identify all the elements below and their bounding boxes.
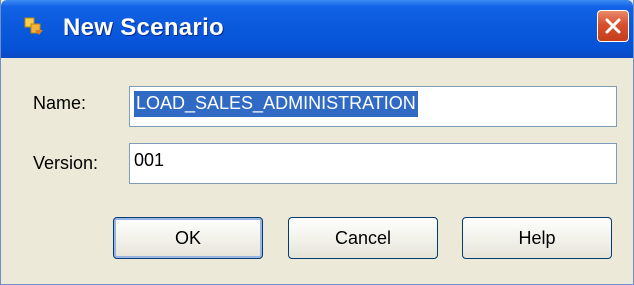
close-icon	[605, 18, 621, 34]
name-label: Name:	[33, 93, 87, 113]
dialog-title: New Scenario	[63, 14, 224, 41]
version-label: Version:	[33, 153, 99, 173]
title-bar[interactable]: New Scenario	[1, 0, 633, 58]
version-field[interactable]: 001	[129, 143, 617, 184]
scenario-icon	[23, 16, 45, 38]
cancel-button[interactable]: Cancel	[288, 217, 438, 259]
name-value: LOAD_SALES_ADMINISTRATION	[134, 91, 418, 117]
dialog-body: Name: LOAD_SALES_ADMINISTRATION Version:…	[1, 58, 633, 285]
ok-button[interactable]: OK	[113, 217, 263, 259]
name-field[interactable]: LOAD_SALES_ADMINISTRATION	[129, 86, 617, 127]
help-button[interactable]: Help	[462, 217, 612, 259]
version-value: 001	[134, 150, 165, 170]
close-button[interactable]	[597, 10, 629, 42]
new-scenario-dialog: New Scenario Name: LOAD_SALES_ADMINISTRA…	[0, 0, 634, 285]
